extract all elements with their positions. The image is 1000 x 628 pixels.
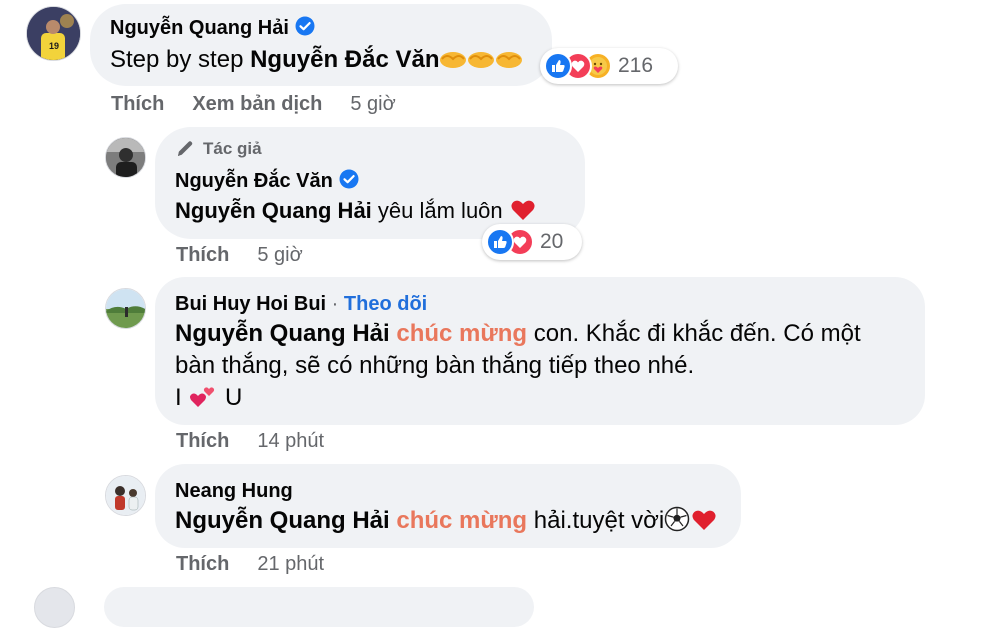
mention-link[interactable]: Nguyễn Quang Hải	[175, 507, 390, 534]
comment-text: Step by step	[110, 46, 251, 73]
comment-bubble: Neang Hung Nguyễn Quang Hải chúc mừng hả…	[155, 464, 741, 548]
comment-actions: Thích 21 phút	[176, 553, 324, 576]
verified-badge-icon	[295, 16, 315, 36]
svg-text:19: 19	[49, 41, 59, 51]
soccer-ball-emoji	[664, 506, 690, 541]
pencil-icon	[178, 141, 193, 156]
handshake-emoji	[439, 47, 467, 80]
mention-link[interactable]: Nguyễn Đắc Văn	[250, 46, 439, 73]
verified-badge-icon	[339, 169, 359, 189]
comment-text: yêu lắm luôn	[371, 198, 509, 223]
like-button[interactable]: Thích	[111, 93, 164, 116]
keyword-highlight: chúc mừng	[396, 320, 528, 347]
timestamp[interactable]: 5 giờ	[350, 93, 395, 116]
avatar-nguyen-dac-van[interactable]	[105, 137, 146, 178]
comment-author[interactable]: Nguyễn Quang Hải	[110, 17, 289, 39]
like-reaction-icon	[486, 228, 514, 256]
comment-bubble: Bui Huy Hoi Bui · Theo dõi Nguyễn Quang …	[155, 277, 925, 425]
comment-text: bàn thắng, sẽ có những bàn thắng tiếp th…	[175, 352, 695, 379]
comment-text: con. Khắc đi khắc đến. Có một	[527, 320, 861, 347]
comment-author[interactable]: Neang Hung	[175, 480, 293, 502]
comment-bubble: Tác giả Nguyễn Đắc Văn Nguyễn Quang Hải …	[155, 127, 585, 239]
avatar-image	[106, 138, 145, 177]
mention-link[interactable]: Nguyễn Quang Hải	[175, 320, 390, 347]
comment-actions: Thích 14 phút	[176, 430, 324, 453]
avatar-image	[106, 476, 145, 515]
comment-text: I	[175, 384, 189, 411]
avatar-nguyen-quang-hai[interactable]: 19	[26, 6, 81, 61]
timestamp[interactable]: 5 giờ	[257, 244, 302, 267]
avatar-neang-hung[interactable]	[105, 475, 146, 516]
reaction-summary[interactable]: 216	[540, 48, 678, 84]
comment-text: hải.tuyệt vời	[527, 507, 665, 534]
follow-separator: ·	[326, 293, 344, 315]
translate-button[interactable]: Xem bản dịch	[192, 93, 322, 116]
author-badge: Tác giả	[203, 139, 262, 158]
mention-link[interactable]: Nguyễn Quang Hải	[175, 198, 372, 223]
two-hearts-emoji	[188, 383, 218, 418]
handshake-emoji	[495, 47, 523, 80]
handshake-emoji	[467, 47, 495, 80]
timestamp[interactable]: 14 phút	[257, 430, 324, 453]
avatar-image	[106, 289, 145, 328]
comment-actions: Thích 5 giờ	[176, 244, 303, 267]
comment-author[interactable]: Bui Huy Hoi Bui	[175, 293, 326, 315]
like-button[interactable]: Thích	[176, 553, 229, 576]
heart-emoji	[690, 508, 718, 541]
comment-bubble-next	[104, 587, 534, 627]
timestamp[interactable]: 21 phút	[257, 553, 324, 576]
comment-author[interactable]: Nguyễn Đắc Văn	[175, 170, 333, 192]
like-button[interactable]: Thích	[176, 430, 229, 453]
keyword-highlight: chúc mừng	[396, 507, 528, 534]
comment-actions: Thích Xem bản dịch 5 giờ	[111, 93, 396, 116]
comment-bubble: Nguyễn Quang Hải Step by step Nguyễn Đắc…	[90, 4, 552, 86]
comment-text: U	[218, 384, 243, 411]
avatar-bui-huy-hoi-bui[interactable]	[105, 288, 146, 329]
follow-button[interactable]: Theo dõi	[344, 293, 427, 315]
reaction-summary[interactable]: 20	[482, 224, 582, 260]
like-reaction-icon	[544, 52, 572, 80]
avatar-image: 19	[27, 7, 80, 60]
reaction-count: 20	[540, 230, 564, 253]
avatar-next-comment[interactable]	[34, 587, 75, 628]
reaction-count: 216	[618, 54, 654, 77]
like-button[interactable]: Thích	[176, 244, 229, 267]
